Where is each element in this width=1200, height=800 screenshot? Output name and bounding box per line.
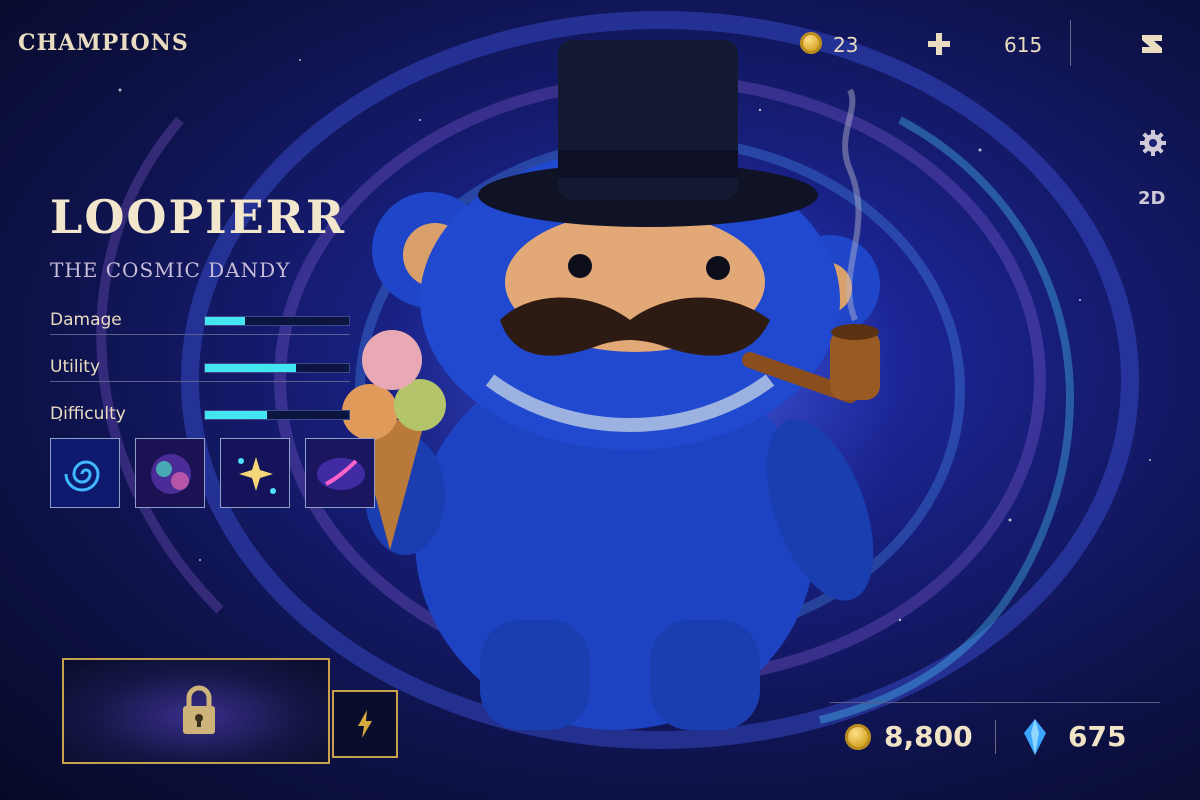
lightning-icon [358,710,372,738]
price-coins: 8,800 [884,720,973,753]
champion-illustration [342,40,880,730]
stat-label: Damage [50,310,122,330]
champion-subtitle: THE COSMIC DANDY [50,258,291,282]
stat-row-utility: Utility [50,357,350,387]
sparkle-star-icon [221,439,289,507]
price-gems: 675 [1068,720,1127,753]
stat-bar [204,410,350,420]
coin-icon [800,32,822,54]
ability-4[interactable] [305,438,375,508]
stat-row-difficulty: Difficulty [50,404,350,434]
stat-divider [50,381,350,382]
stat-bar [204,363,350,373]
stat-fill [205,317,246,325]
essence-balance: 615 [1004,33,1043,57]
stat-row-damage: Damage [50,310,350,340]
plus-icon[interactable] [928,33,950,55]
coin-balance: 23 [833,33,859,57]
ability-1[interactable] [50,438,120,508]
logo-icon[interactable] [1140,32,1164,56]
stat-label: Difficulty [50,404,126,424]
price-divider [995,720,996,754]
page-title: CHAMPIONS [18,30,189,56]
header-divider [1070,20,1071,66]
gem-icon [1024,719,1046,755]
stat-label: Utility [50,357,101,377]
nebula-icon [136,439,204,507]
lock-icon [183,685,215,734]
view-2d-toggle[interactable]: 2D [1138,188,1165,209]
stat-fill [205,411,267,419]
coin-icon [845,724,871,750]
stat-fill [205,364,296,372]
price-divider-line [830,702,1160,703]
champion-name: LOOPIERR [50,190,347,244]
unlock-button[interactable] [62,658,330,764]
spiral-galaxy-icon [51,439,119,507]
quick-unlock-button[interactable] [332,690,398,758]
gear-icon[interactable] [1138,128,1168,158]
comet-galaxy-icon [306,439,374,507]
ability-3[interactable] [220,438,290,508]
stat-bar [204,316,350,326]
ability-2[interactable] [135,438,205,508]
stat-divider [50,334,350,335]
